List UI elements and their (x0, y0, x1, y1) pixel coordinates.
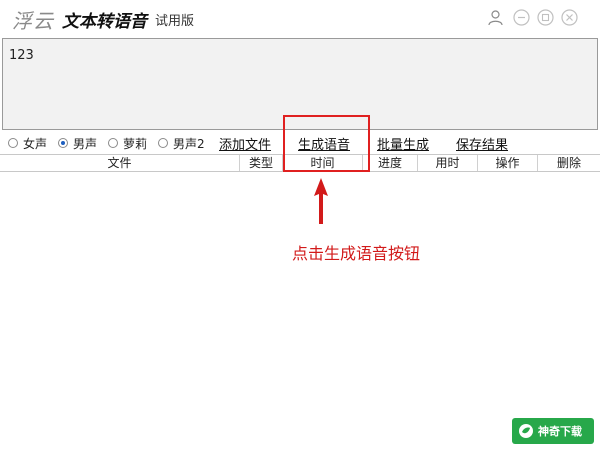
voice-option-loli[interactable]: 萝莉 (108, 135, 147, 151)
app-title: 文本转语音 (62, 12, 147, 32)
file-list[interactable] (0, 172, 600, 450)
app-edition: 试用版 (155, 14, 195, 29)
voice-option-male2[interactable]: 男声2 (158, 135, 205, 151)
up-arrow-icon (313, 178, 329, 230)
add-file-button[interactable]: 添加文件 (219, 134, 271, 153)
column-header-duration[interactable]: 用时 (418, 155, 478, 171)
user-icon[interactable] (487, 9, 504, 26)
voice-option-label: 萝莉 (123, 136, 148, 151)
voice-option-female[interactable]: 女声 (8, 135, 47, 151)
app-brand: 浮云 (12, 9, 54, 33)
annotation-text: 点击生成语音按钮 (292, 244, 421, 263)
radio-dot (8, 138, 18, 148)
column-header-delete[interactable]: 删除 (538, 155, 600, 171)
highlight-box (283, 115, 370, 172)
batch-generate-button[interactable]: 批量生成 (377, 134, 429, 153)
save-result-button[interactable]: 保存结果 (456, 134, 508, 153)
column-header-type[interactable]: 类型 (240, 155, 283, 171)
close-icon[interactable] (561, 9, 578, 26)
column-header-action[interactable]: 操作 (478, 155, 538, 171)
restore-icon[interactable] (537, 9, 554, 26)
voice-option-male[interactable]: 男声 (58, 135, 97, 151)
watermark-text: 神奇下载 (538, 425, 582, 438)
voice-option-label: 男声2 (173, 136, 205, 151)
watermark-logo: 神奇下载 (512, 418, 594, 444)
column-header-file[interactable]: 文件 (0, 155, 240, 171)
radio-dot (108, 138, 118, 148)
voice-option-label: 女声 (23, 136, 48, 151)
leaf-icon (519, 424, 533, 438)
voice-option-label: 男声 (73, 136, 98, 151)
radio-dot-selected (58, 138, 68, 148)
minimize-icon[interactable] (513, 9, 530, 26)
radio-dot (158, 138, 168, 148)
title-bar: 浮云 文本转语音 试用版 (0, 0, 600, 36)
column-header-progress[interactable]: 进度 (363, 155, 418, 171)
